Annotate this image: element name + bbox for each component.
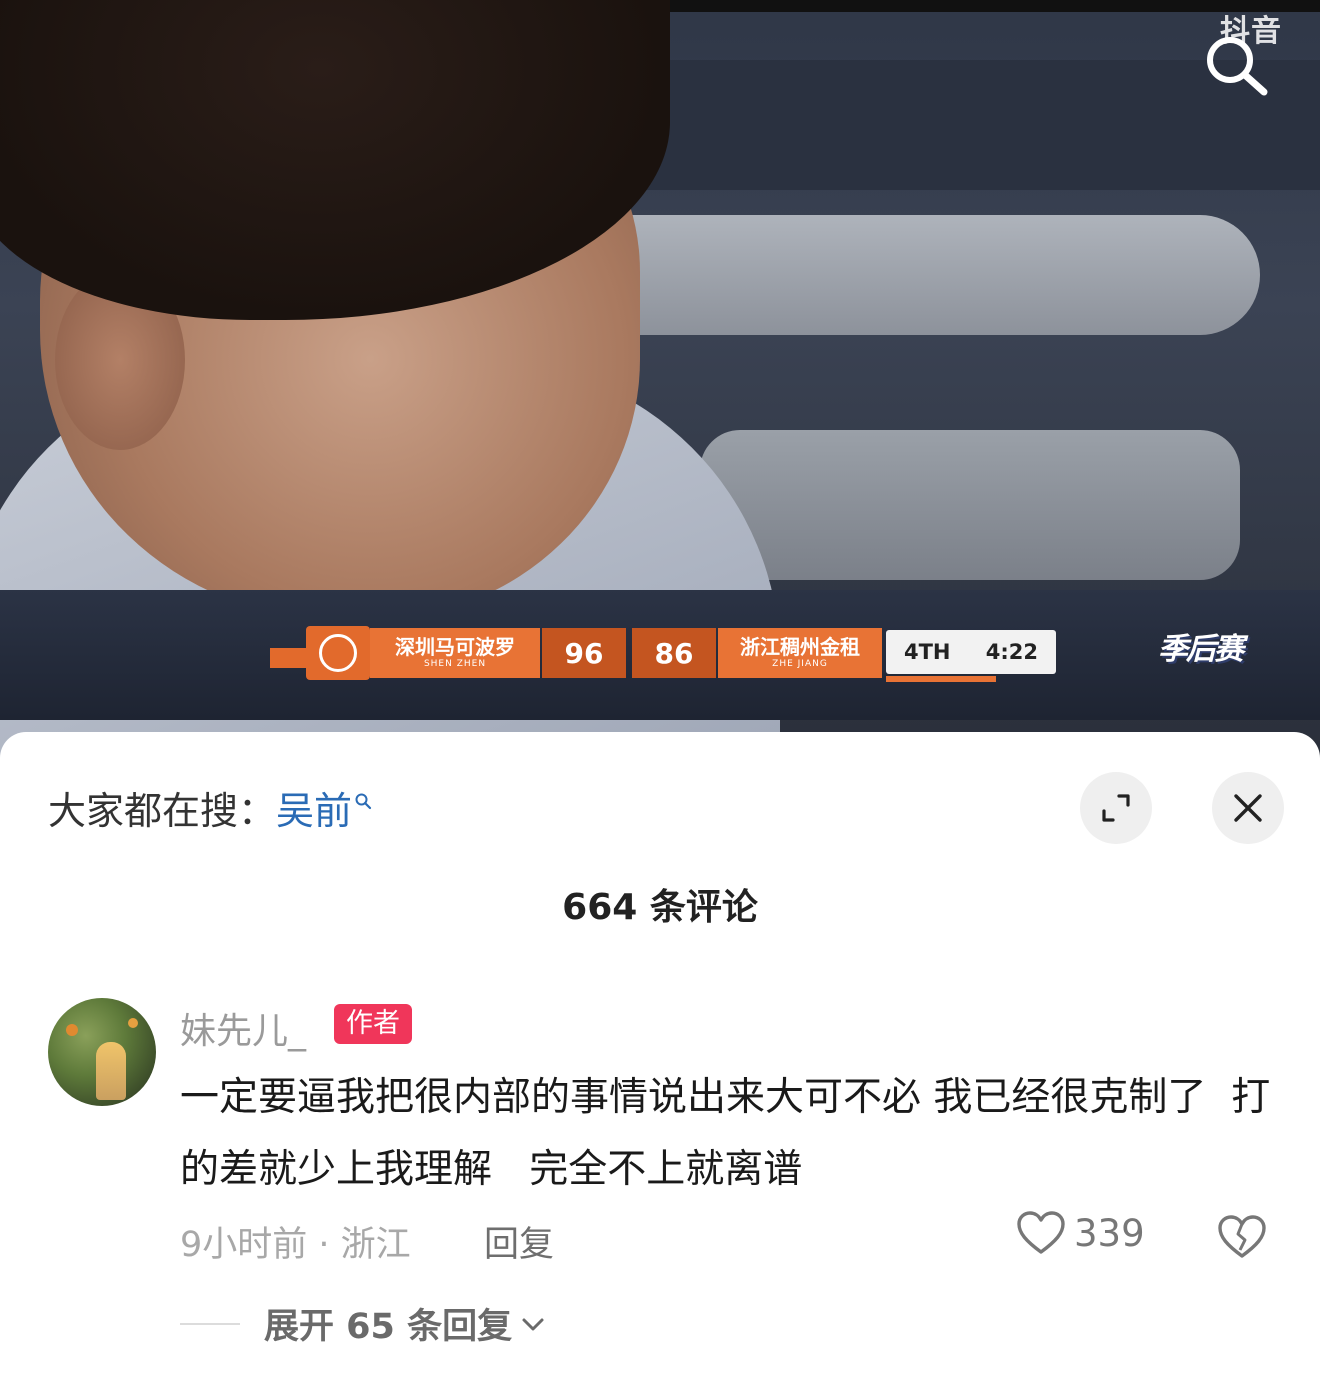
background-seat bbox=[560, 215, 1260, 335]
video-player[interactable]: 抖音 深圳马可波罗 SHEN ZHEN 96 86 浙江稠州金租 ZHE JIA… bbox=[0, 0, 1320, 760]
broken-heart-icon bbox=[1218, 1215, 1266, 1258]
hot-search-prefix: 大家都在搜： bbox=[48, 789, 277, 833]
home-team: 深圳马可波罗 SHEN ZHEN bbox=[370, 628, 540, 678]
scoreboard-accent bbox=[886, 676, 996, 682]
time-remaining: 4:22 bbox=[985, 640, 1038, 664]
expand-button[interactable] bbox=[1080, 772, 1152, 844]
comment-username[interactable]: 妹先儿_ bbox=[180, 1002, 306, 1054]
away-team-pinyin: ZHE JIANG bbox=[772, 659, 828, 669]
expand-replies-button[interactable]: 展开 65 条回复 bbox=[180, 1298, 546, 1349]
away-team-name: 浙江稠州金租 bbox=[740, 635, 860, 659]
divider bbox=[180, 1322, 240, 1325]
search-icon bbox=[1207, 37, 1268, 96]
hot-search-keyword[interactable]: 吴前 bbox=[276, 780, 352, 835]
expand-replies-label: 展开 65 条回复 bbox=[264, 1307, 513, 1347]
like-button[interactable]: 339 bbox=[1016, 1210, 1145, 1256]
basketball-icon bbox=[319, 634, 357, 672]
home-team-pinyin: SHEN ZHEN bbox=[423, 659, 487, 669]
dislike-button[interactable] bbox=[1216, 1214, 1268, 1264]
game-clock: 4TH 4:22 bbox=[886, 630, 1056, 674]
avatar-detail bbox=[128, 1018, 138, 1028]
author-badge: 作者 bbox=[334, 1004, 412, 1044]
search-button[interactable] bbox=[1200, 30, 1272, 102]
playoff-logo: 季后赛 bbox=[1158, 632, 1244, 667]
comment-meta: 9小时前 · 浙江 bbox=[180, 1225, 411, 1265]
avatar[interactable] bbox=[48, 998, 156, 1106]
heart-icon bbox=[1017, 1211, 1065, 1254]
chevron-down-icon bbox=[522, 1318, 544, 1330]
scoreboard: 深圳马可波罗 SHEN ZHEN 96 86 浙江稠州金租 ZHE JIANG … bbox=[270, 626, 1070, 682]
comment-sheet: 大家都在搜： 吴前 664 条评论 妹先儿_ 作者 一定要逼我把很内部的事情说出… bbox=[0, 732, 1320, 1379]
comment-text[interactable]: 一定要逼我把很内部的事情说出来大可不必 我已经很克制了 打的差就少上我理解 完全… bbox=[180, 1062, 1280, 1206]
search-icon bbox=[355, 793, 372, 809]
scoreboard-accent bbox=[270, 648, 310, 668]
league-logo bbox=[306, 626, 370, 680]
away-team: 浙江稠州金租 ZHE JIANG bbox=[718, 628, 882, 678]
hot-search-link[interactable]: 大家都在搜： 吴前 bbox=[48, 780, 372, 835]
quarter-label: 4TH bbox=[904, 640, 951, 664]
home-team-name: 深圳马可波罗 bbox=[395, 635, 515, 659]
like-count: 339 bbox=[1074, 1211, 1145, 1255]
background-seat bbox=[700, 430, 1240, 580]
away-score: 86 bbox=[632, 628, 716, 678]
close-icon bbox=[1234, 794, 1262, 822]
avatar-detail bbox=[66, 1024, 78, 1036]
comment-count-title: 664 条评论 bbox=[562, 887, 758, 928]
home-score: 96 bbox=[542, 628, 626, 678]
expand-icon bbox=[1102, 794, 1130, 822]
avatar-figure bbox=[96, 1042, 126, 1100]
reply-button[interactable]: 回复 bbox=[484, 1216, 554, 1267]
close-button[interactable] bbox=[1212, 772, 1284, 844]
